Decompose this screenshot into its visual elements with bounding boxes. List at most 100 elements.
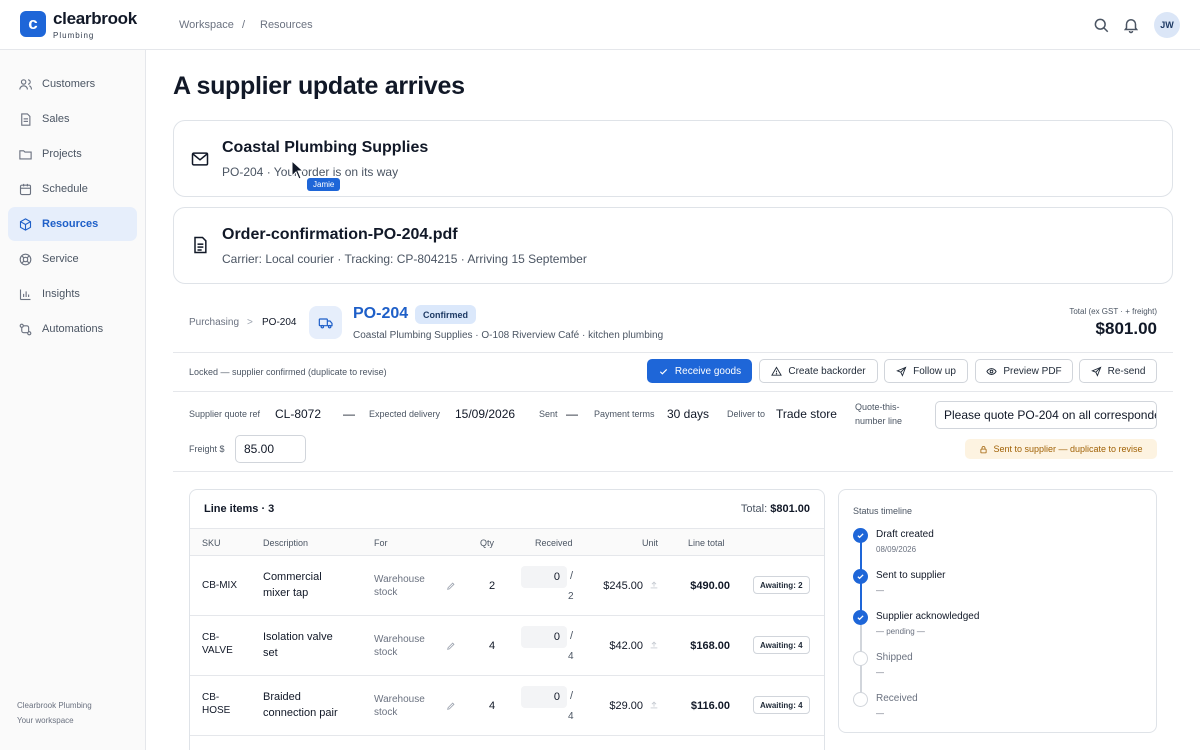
timeline-step-done bbox=[853, 569, 868, 584]
pdf-card[interactable]: Order-confirmation-PO-204.pdf Carrier: L… bbox=[173, 207, 1173, 284]
divider bbox=[173, 391, 1173, 392]
sidebar-item-schedule[interactable]: Schedule bbox=[8, 172, 137, 206]
sidebar-item-automations[interactable]: Automations bbox=[8, 312, 137, 346]
column-header-description[interactable]: Description bbox=[263, 538, 308, 548]
freight-input[interactable] bbox=[235, 435, 306, 463]
column-header-line-total[interactable]: Line total bbox=[688, 538, 725, 548]
received-input[interactable]: 0 bbox=[521, 626, 567, 648]
line-total-cell: $116.00 bbox=[690, 700, 730, 712]
qty-cell: 4 bbox=[489, 700, 496, 712]
timeline-step-date: 08/09/2026 bbox=[876, 545, 917, 554]
po-type-badge bbox=[309, 306, 342, 339]
po-total: $801.00 bbox=[1095, 319, 1157, 338]
button-label: Re-send bbox=[1107, 365, 1146, 377]
column-header-received[interactable]: Received bbox=[535, 538, 573, 548]
qty-cell: 4 bbox=[489, 640, 496, 652]
resend-button[interactable]: Re-send bbox=[1079, 359, 1157, 383]
pencil-icon[interactable] bbox=[446, 701, 456, 711]
create-backorder-button[interactable]: Create backorder bbox=[759, 359, 878, 383]
breadcrumb-purchasing[interactable]: Purchasing bbox=[189, 317, 239, 328]
receive-goods-button[interactable]: Receive goods bbox=[647, 359, 752, 383]
total-value: $801.00 bbox=[770, 503, 810, 515]
for-line-1: Warehouse bbox=[374, 574, 425, 585]
check-icon bbox=[857, 574, 864, 580]
pencil-icon[interactable] bbox=[446, 581, 456, 591]
sidebar-item-insights[interactable]: Insights bbox=[8, 277, 137, 311]
for-line-1: Warehouse bbox=[374, 694, 425, 705]
sidebar-item-service[interactable]: Service bbox=[8, 242, 137, 276]
table-row[interactable]: CB- VALVE Isolation valve set Warehouse sto… bbox=[190, 616, 824, 676]
sku-line-2: HOSE bbox=[202, 705, 231, 716]
empty-value: — bbox=[343, 407, 355, 421]
quote-line-label: Quote-this- bbox=[855, 402, 900, 412]
sidebar-item-projects[interactable]: Projects bbox=[8, 137, 137, 171]
cursor-pointer-icon bbox=[291, 160, 305, 180]
top-bar: c clearbrook Plumbing Workspace / Resour… bbox=[0, 0, 1200, 50]
follow-up-button[interactable]: Follow up bbox=[884, 359, 968, 383]
pdf-filename: Order-confirmation-PO-204.pdf bbox=[222, 226, 458, 243]
quote-line-input[interactable]: Please quote PO-204 on all correspondenc… bbox=[935, 401, 1157, 429]
sidebar-item-label: Schedule bbox=[42, 183, 88, 195]
line-items-total: Total: $801.00 bbox=[741, 503, 810, 515]
preview-pdf-button[interactable]: Preview PDF bbox=[975, 359, 1073, 383]
freight-label: Freight $ bbox=[189, 444, 225, 454]
button-label: Preview PDF bbox=[1003, 365, 1062, 377]
received-input[interactable]: 0 bbox=[521, 566, 567, 588]
button-label: Create backorder bbox=[788, 365, 866, 377]
received-of: 4 bbox=[568, 711, 574, 722]
email-subject: PO-204 · Your order is on its way bbox=[222, 165, 399, 179]
sidebar-item-resources[interactable]: Resources bbox=[8, 207, 137, 241]
supplier-quote-ref-label: Supplier quote ref bbox=[189, 409, 261, 419]
quote-line-label-2: number line bbox=[855, 416, 903, 426]
sidebar-item-customers[interactable]: Customers bbox=[8, 67, 137, 101]
breadcrumb-separator: / bbox=[242, 19, 246, 31]
sidebar-item-sales[interactable]: Sales bbox=[8, 102, 137, 136]
line-total-cell: $490.00 bbox=[690, 580, 730, 592]
check-icon bbox=[857, 533, 864, 539]
brand-logo[interactable]: c bbox=[20, 11, 46, 37]
timeline-step-date: — bbox=[876, 709, 884, 718]
table-row[interactable]: CB-MIX Commercial mixer tap Warehouse stoc… bbox=[190, 556, 824, 616]
expected-delivery-value[interactable]: 15/09/2026 bbox=[455, 407, 515, 421]
document-icon bbox=[21, 112, 31, 126]
mail-icon bbox=[191, 152, 209, 166]
column-header-unit[interactable]: Unit bbox=[642, 538, 658, 548]
qty-cell: 2 bbox=[489, 580, 496, 592]
upload-icon[interactable] bbox=[649, 640, 659, 650]
upload-icon[interactable] bbox=[649, 580, 659, 590]
supplier-quote-ref-value[interactable]: CL-8072 bbox=[275, 407, 321, 421]
column-header-for[interactable]: For bbox=[374, 538, 388, 548]
breadcrumb-workspace[interactable]: Workspace bbox=[179, 19, 234, 31]
brand-subtitle: Plumbing bbox=[53, 31, 95, 40]
timeline-title: Status timeline bbox=[853, 506, 913, 516]
bell-icon[interactable] bbox=[1122, 16, 1140, 34]
avatar[interactable]: JW bbox=[1154, 12, 1180, 38]
pencil-icon[interactable] bbox=[446, 641, 456, 651]
button-label: Receive goods bbox=[674, 365, 742, 377]
unit-price-cell: $42.00 bbox=[609, 640, 643, 652]
sent-warning-badge: Sent to supplier — duplicate to revise bbox=[965, 439, 1157, 459]
timeline-connector bbox=[860, 583, 862, 611]
check-icon bbox=[857, 615, 864, 621]
payment-terms-value[interactable]: 30 days bbox=[667, 407, 709, 421]
received-input[interactable]: 0 bbox=[521, 686, 567, 708]
deliver-to-label: Deliver to bbox=[727, 409, 766, 419]
column-header-qty[interactable]: Qty bbox=[480, 538, 494, 548]
sidebar: Customers Sales Projects Schedule Resour… bbox=[0, 50, 146, 750]
sidebar-footer-company: Clearbrook Plumbing bbox=[17, 701, 92, 710]
table-row[interactable]: CB- HOSE Braided connection pair Warehouse… bbox=[190, 676, 824, 736]
sent-label: Sent bbox=[539, 409, 558, 419]
sidebar-item-label: Projects bbox=[42, 148, 82, 160]
breadcrumb-resources[interactable]: Resources bbox=[260, 19, 313, 31]
breadcrumb-po[interactable]: PO-204 bbox=[262, 317, 296, 328]
page-title: A supplier update arrives bbox=[173, 72, 465, 100]
deliver-to-value[interactable]: Trade store bbox=[776, 407, 837, 421]
brand-name: clearbrook bbox=[53, 9, 137, 28]
received-separator: / bbox=[570, 690, 574, 702]
search-icon[interactable] bbox=[1092, 16, 1110, 34]
upload-icon[interactable] bbox=[649, 700, 659, 710]
timeline-step-done bbox=[853, 610, 868, 625]
column-header-sku[interactable]: SKU bbox=[202, 538, 221, 548]
unit-price-cell: $245.00 bbox=[603, 580, 643, 592]
sku-cell: CB-MIX bbox=[202, 578, 237, 594]
